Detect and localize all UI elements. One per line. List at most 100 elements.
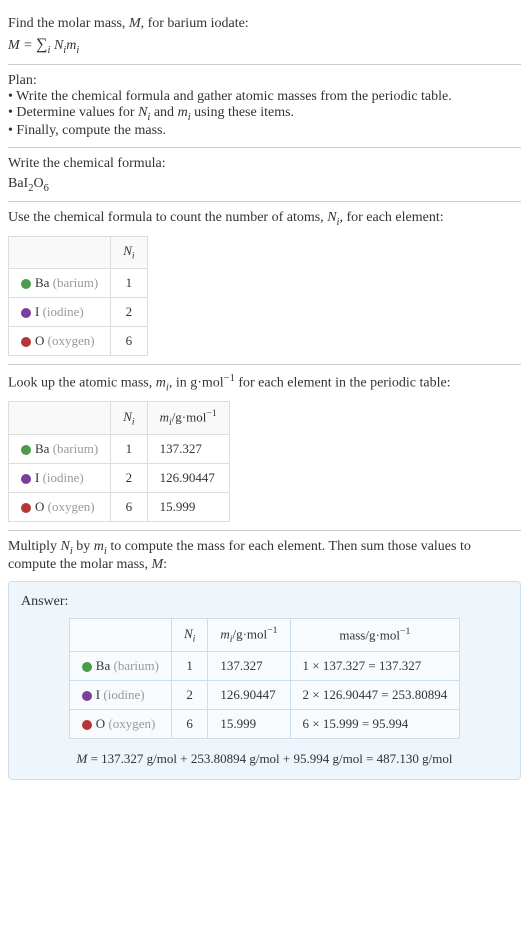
header-mi-var: m: [220, 626, 229, 641]
multiply-text: Multiply Ni by mi to compute the mass fo…: [8, 539, 521, 573]
header-mi-unit: /g·mol: [172, 410, 207, 425]
count-section: Use the chemical formula to count the nu…: [8, 202, 521, 364]
answer-title: Answer:: [21, 594, 508, 610]
sym-o: O: [35, 333, 44, 348]
mass-intro-mid: , in g·mol: [169, 375, 224, 390]
mass-table: Ni mi/g·mol−1 Ba (barium) 1 137.327 I (i…: [8, 401, 230, 522]
formula-n: N: [50, 38, 63, 53]
mult-ni: N: [61, 539, 70, 554]
sym-ba: Ba: [96, 658, 110, 673]
header-ni-var: N: [184, 626, 193, 641]
count-intro-var: N: [327, 210, 336, 225]
sigma-icon: ∑: [36, 36, 47, 53]
n-ba: 1: [171, 651, 207, 680]
m-ba: 137.327: [208, 651, 290, 680]
name-ba: (barium): [53, 275, 98, 290]
mult-start: Multiply: [8, 539, 61, 554]
name-o: (oxygen): [48, 333, 95, 348]
final-text: = 137.327 g/mol + 253.80894 g/mol + 95.9…: [87, 751, 452, 766]
table-row: I (iodine) 2 126.90447 2 × 126.90447 = 2…: [69, 680, 459, 709]
element-cell-o: O (oxygen): [9, 493, 111, 522]
mult-mid: by: [73, 539, 94, 554]
molar-mass-formula: M = ∑i Nimi: [8, 36, 521, 56]
n-o: 6: [111, 493, 147, 522]
table-row: O (oxygen) 6 15.999: [9, 493, 230, 522]
final-mvar: M: [76, 751, 87, 766]
sym-i: I: [35, 470, 39, 485]
table-header-row: Ni mi/g·mol−1: [9, 402, 230, 435]
element-cell-i: I (iodine): [9, 464, 111, 493]
formula-m-sub: i: [76, 45, 79, 56]
m-ba: 137.327: [147, 435, 229, 464]
mass-intro-var: m: [156, 375, 166, 390]
chem-o: O: [33, 176, 43, 191]
header-ni: Ni: [111, 402, 147, 435]
sym-i: I: [96, 687, 100, 702]
table-row: Ba (barium) 1 137.327: [9, 435, 230, 464]
mass-intro-start: Look up the atomic mass,: [8, 375, 156, 390]
plan-b2-end: using these items.: [191, 105, 294, 120]
header-mi-var: m: [160, 410, 169, 425]
answer-table: Ni mi/g·mol−1 mass/g·mol−1 Ba (barium) 1…: [69, 618, 460, 739]
intro-section: Find the molar mass, M, for barium iodat…: [8, 8, 521, 65]
plan-b2-start: • Determine values for: [8, 105, 138, 120]
plan-b2-mi: m: [178, 105, 188, 120]
header-ni-var: N: [123, 409, 132, 424]
plan-title: Plan:: [8, 73, 521, 89]
count-table: Ni Ba (barium) 1 I (iodine) 2 O (oxygen)…: [8, 236, 148, 356]
mass-section: Look up the atomic mass, mi, in g·mol−1 …: [8, 365, 521, 531]
calc-o: 6 × 15.999 = 95.994: [290, 709, 460, 738]
n-o: 6: [111, 326, 147, 355]
m-o: 15.999: [208, 709, 290, 738]
sym-i: I: [35, 304, 39, 319]
n-ba: 1: [111, 268, 147, 297]
header-mi-sup: −1: [267, 625, 277, 636]
dot-i-icon: [82, 691, 92, 701]
header-element: [9, 237, 111, 269]
table-row: Ba (barium) 1: [9, 268, 148, 297]
intro-var-m: M: [129, 16, 141, 31]
dot-o-icon: [21, 503, 31, 513]
table-row: I (iodine) 2 126.90447: [9, 464, 230, 493]
count-intro: Use the chemical formula to count the nu…: [8, 210, 521, 228]
plan-b2-mid: and: [150, 105, 177, 120]
formula-section: Write the chemical formula: BaI2O6: [8, 148, 521, 203]
table-row: Ba (barium) 1 137.327 1 × 137.327 = 137.…: [69, 651, 459, 680]
intro-line1: Find the molar mass,: [8, 16, 129, 31]
m-i: 126.90447: [147, 464, 229, 493]
n-o: 6: [171, 709, 207, 738]
header-ni-sub: i: [193, 633, 196, 644]
sym-o: O: [96, 716, 105, 731]
mult-colon: :: [163, 557, 167, 572]
calc-i: 2 × 126.90447 = 253.80894: [290, 680, 460, 709]
name-i: (iodine): [103, 687, 144, 702]
header-ni-sub: i: [132, 416, 135, 427]
n-i: 2: [171, 680, 207, 709]
element-cell-ba: Ba (barium): [69, 651, 171, 680]
m-i: 126.90447: [208, 680, 290, 709]
formula-title: Write the chemical formula:: [8, 156, 521, 172]
dot-o-icon: [21, 337, 31, 347]
element-cell-ba: Ba (barium): [9, 435, 111, 464]
chem-sub2: 6: [44, 182, 49, 193]
chem-bai: BaI: [8, 176, 28, 191]
element-cell-o: O (oxygen): [69, 709, 171, 738]
dot-ba-icon: [21, 445, 31, 455]
plan-section: Plan: • Write the chemical formula and g…: [8, 65, 521, 148]
name-i: (iodine): [43, 470, 84, 485]
header-mi: mi/g·mol−1: [147, 402, 229, 435]
calc-ba: 1 × 137.327 = 137.327: [290, 651, 460, 680]
mass-intro-end: for each element in the periodic table:: [235, 375, 451, 390]
header-mi-unit: /g·mol: [232, 626, 267, 641]
header-mass-sup: −1: [400, 626, 410, 637]
table-header-row: Ni mi/g·mol−1 mass/g·mol−1: [69, 618, 459, 651]
m-o: 15.999: [147, 493, 229, 522]
chemical-formula: BaI2O6: [8, 176, 521, 194]
name-o: (oxygen): [48, 499, 95, 514]
table-row: I (iodine) 2: [9, 297, 148, 326]
table-header-row: Ni: [9, 237, 148, 269]
table-row: O (oxygen) 6: [9, 326, 148, 355]
n-i: 2: [111, 297, 147, 326]
header-element: [9, 402, 111, 435]
count-intro-end: , for each element:: [339, 210, 443, 225]
